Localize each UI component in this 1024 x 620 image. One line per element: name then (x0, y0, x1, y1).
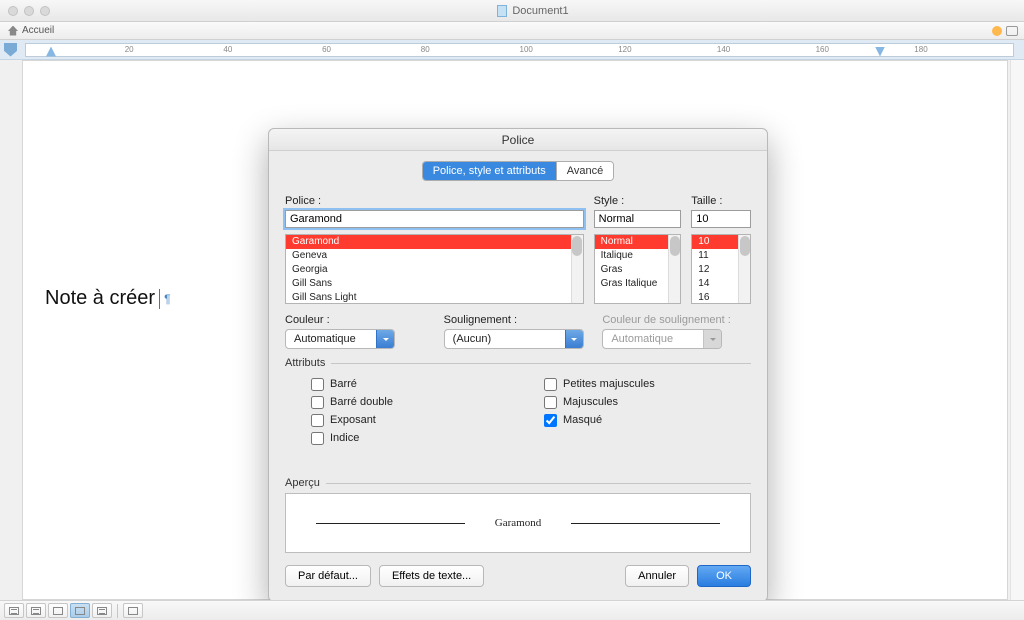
apercu-label: Aperçu (285, 477, 320, 489)
ruler-tick: 140 (717, 45, 730, 54)
chevron-down-icon (703, 330, 721, 348)
checkbox-masque[interactable]: Masqué (544, 411, 751, 429)
couleur-soulignement-select: Automatique (602, 329, 722, 349)
soulignement-label: Soulignement : (444, 314, 593, 326)
dialog-tabs: Police, style et attributs Avancé (422, 161, 615, 181)
checkbox-barre[interactable]: Barré (311, 375, 518, 393)
ruler-tick: 40 (223, 45, 232, 54)
home-tab[interactable]: Accueil (8, 25, 54, 36)
couleur-select[interactable]: Automatique (285, 329, 395, 349)
ruler-bar: 20 40 60 80 100 120 140 160 180 (0, 40, 1024, 60)
list-item[interactable]: Garamond (286, 235, 583, 249)
ruler-tick: 60 (322, 45, 331, 54)
couleur-soulignement-label: Couleur de soulignement : (602, 314, 751, 326)
traffic-lights (8, 6, 50, 16)
toolbar-indicator-icon[interactable] (992, 26, 1002, 36)
checkbox-barre-double[interactable]: Barré double (311, 393, 518, 411)
listbox-scrollbar[interactable] (738, 235, 750, 303)
annuler-button[interactable]: Annuler (625, 565, 689, 587)
taille-label: Taille : (691, 195, 751, 207)
view-mode-button[interactable] (26, 603, 46, 618)
document-text: Note à créer (45, 287, 155, 310)
checkbox-majuscules[interactable]: Majuscules (544, 393, 751, 411)
police-input[interactable] (285, 210, 584, 228)
workspace: Note à créer ¶ Police Police, style et a… (0, 60, 1024, 600)
tab-stop-icon[interactable] (4, 43, 17, 57)
dialog-title: Police (269, 129, 767, 151)
document-text-line[interactable]: Note à créer ¶ (45, 287, 171, 310)
tab-avance[interactable]: Avancé (556, 162, 614, 180)
list-item[interactable]: Gill Sans (286, 277, 583, 291)
view-mode-button[interactable] (92, 603, 112, 618)
preview-box: Garamond (285, 493, 751, 553)
status-bar (0, 600, 1024, 620)
attributs-header: Attributs (285, 357, 751, 369)
soulignement-select[interactable]: (Aucun) (444, 329, 584, 349)
apercu-header: Aperçu (285, 477, 751, 489)
font-dialog: Police Police, style et attributs Avancé… (268, 128, 768, 602)
vertical-scrollbar[interactable] (1010, 60, 1024, 600)
taille-input[interactable] (691, 210, 751, 228)
close-icon[interactable] (8, 6, 18, 16)
toolbar-panel-icon[interactable] (1006, 26, 1018, 36)
par-defaut-button[interactable]: Par défaut... (285, 565, 371, 587)
police-listbox[interactable]: Garamond Geneva Georgia Gill Sans Gill S… (285, 234, 584, 304)
app-toolbar: Accueil (0, 22, 1024, 40)
couleur-value: Automatique (294, 333, 356, 345)
ruler-tick: 80 (421, 45, 430, 54)
checkbox-petites-majuscules[interactable]: Petites majuscules (544, 375, 751, 393)
minimize-icon[interactable] (24, 6, 34, 16)
view-mode-button[interactable] (70, 603, 90, 618)
horizontal-ruler[interactable]: 20 40 60 80 100 120 140 160 180 (25, 43, 1014, 57)
text-caret (159, 289, 160, 309)
chevron-down-icon (376, 330, 394, 348)
couleur-soulignement-value: Automatique (611, 333, 673, 345)
ruler-tick: 20 (125, 45, 134, 54)
view-mode-button[interactable] (4, 603, 24, 618)
checkbox-exposant[interactable]: Exposant (311, 411, 518, 429)
document-title: Document1 (497, 5, 568, 17)
ruler-tick: 120 (618, 45, 631, 54)
zoom-icon[interactable] (40, 6, 50, 16)
taille-listbox[interactable]: 10 11 12 14 16 (691, 234, 751, 304)
listbox-scrollbar[interactable] (668, 235, 680, 303)
chevron-down-icon (565, 330, 583, 348)
window-titlebar: Document1 (0, 0, 1024, 22)
document-title-text: Document1 (512, 5, 568, 17)
style-label: Style : (594, 195, 682, 207)
soulignement-value: (Aucun) (453, 333, 492, 345)
attributs-label: Attributs (285, 357, 325, 369)
couleur-label: Couleur : (285, 314, 434, 326)
tab-police-style[interactable]: Police, style et attributs (423, 162, 556, 180)
document-icon (497, 5, 507, 17)
list-item[interactable]: Georgia (286, 263, 583, 277)
list-item[interactable]: Geneva (286, 249, 583, 263)
home-icon (8, 26, 18, 36)
listbox-scrollbar[interactable] (571, 235, 583, 303)
preview-text: Garamond (495, 517, 541, 529)
view-mode-button[interactable] (48, 603, 68, 618)
home-tab-label: Accueil (22, 25, 54, 36)
pilcrow-icon: ¶ (164, 292, 170, 306)
ruler-tick: 100 (520, 45, 533, 54)
left-margin-marker[interactable] (46, 47, 56, 57)
right-margin-marker[interactable] (875, 47, 885, 57)
ok-button[interactable]: OK (697, 565, 751, 587)
police-label: Police : (285, 195, 584, 207)
style-listbox[interactable]: Normal Italique Gras Gras Italique (594, 234, 682, 304)
ruler-tick: 160 (816, 45, 829, 54)
checkbox-indice[interactable]: Indice (311, 429, 518, 447)
style-input[interactable] (594, 210, 682, 228)
ruler-tick: 180 (914, 45, 927, 54)
list-item[interactable]: Gill Sans Light (286, 291, 583, 304)
view-mode-button[interactable] (123, 603, 143, 618)
effets-texte-button[interactable]: Effets de texte... (379, 565, 484, 587)
